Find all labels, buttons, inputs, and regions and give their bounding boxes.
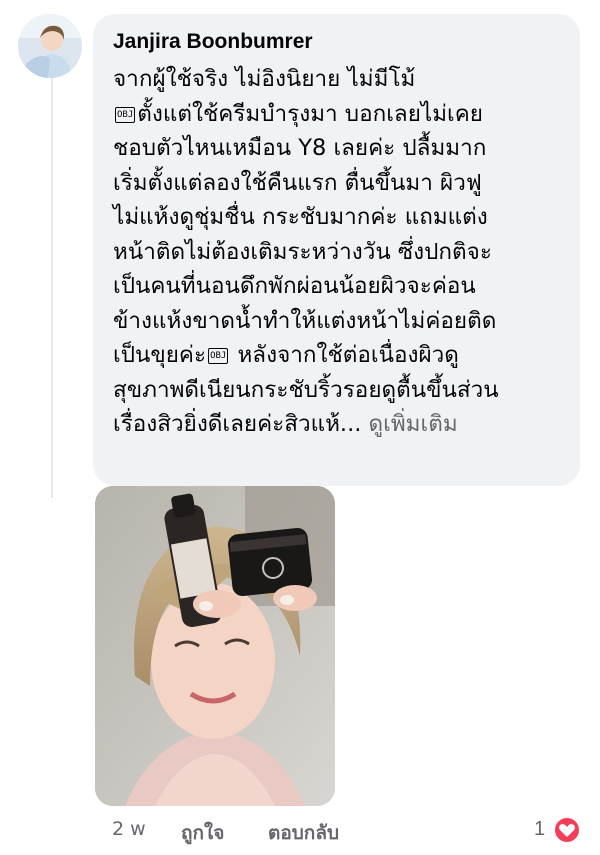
comment-line: เป็นคนที่นอนดึกพักผ่อนน้อยผิวจะค่อน xyxy=(113,269,573,304)
comment-line-text: เริ่มตั้งแต่ลองใช้คืนแรก ตื่นขึ้นมา ผิวฟ… xyxy=(113,169,482,196)
avatar[interactable] xyxy=(18,14,82,78)
comment-line-text: ข้างแห้งขาดน้ำทำให้แต่งหน้าไม่ค่อยติด xyxy=(113,307,497,334)
comment-timestamp[interactable]: 2 w xyxy=(112,818,146,840)
comment-photo[interactable] xyxy=(95,486,335,806)
comment-bubble: Janjira Boonbumrer จากผู้ใช้จริง ไม่อิงน… xyxy=(93,14,580,486)
comment-text: จากผู้ใช้จริง ไม่อิงนิยาย ไม่มีโม้ OBJ ตั… xyxy=(113,62,573,442)
comment-thread: Janjira Boonbumrer จากผู้ใช้จริง ไม่อิงน… xyxy=(0,0,600,855)
heart-icon-glyph xyxy=(559,823,575,837)
see-more-link[interactable]: ดูเพิ่มเติม xyxy=(369,411,458,437)
comment-line-text: ตั้งแต่ใช้ครีมบำรุงมา บอกเลยไม่เคย xyxy=(137,100,483,127)
comment-line: หน้าติดไม่ต้องเติมระหว่างวัน ซึ่งปกติจะ xyxy=(113,235,573,270)
comment-line-text: สุขภาพดีเนียนกระชับริ้วรอยดูตื้นขึ้นส่วน xyxy=(113,376,499,403)
comment-author[interactable]: Janjira Boonbumrer xyxy=(113,30,313,54)
comment-line: จากผู้ใช้จริง ไม่อิงนิยาย ไม่มีโม้ xyxy=(113,62,573,97)
comment-line: ชอบตัวไหนเหมือน Y8 เลยค่ะ ปลื้มมาก xyxy=(113,131,573,166)
comment-line-text: เป็นขุยค่ะ xyxy=(113,342,207,368)
comment-line-text: เรื่องสิวยิ่งดีเลยค่ะสิวแห้... xyxy=(113,411,362,437)
comment-line-text: ไม่แห้งดูชุ่มชื่น กระชับมากค่ะ แถมแต่ง xyxy=(113,204,488,230)
comment-line: ข้างแห้งขาดน้ำทำให้แต่งหน้าไม่ค่อยติด xyxy=(113,304,573,339)
like-button[interactable]: ถูกใจ xyxy=(181,818,224,848)
heart-icon[interactable] xyxy=(553,816,581,844)
comment-line: สุขภาพดีเนียนกระชับริ้วรอยดูตื้นขึ้นส่วน xyxy=(113,373,573,408)
comment-photo-image xyxy=(95,486,335,806)
comment-line: ไม่แห้งดูชุ่มชื่น กระชับมากค่ะ แถมแต่ง xyxy=(113,200,573,235)
comment-actions: 2 w ถูกใจ ตอบกลับ 1 xyxy=(0,812,600,848)
comment-line-text: จากผู้ใช้จริง ไม่อิงนิยาย ไม่มีโม้ xyxy=(113,66,416,92)
object-replacement-glyph: OBJ xyxy=(115,106,136,123)
comment-line: OBJ ตั้งแต่ใช้ครีมบำรุงมา บอกเลยไม่เคย xyxy=(113,97,573,132)
comment-line-text: ชอบตัวไหนเหมือน Y8 เลยค่ะ ปลื้มมาก xyxy=(113,135,487,161)
comment-line: เรื่องสิวยิ่งดีเลยค่ะสิวแห้... ดูเพิ่มเต… xyxy=(113,407,573,442)
avatar-photo xyxy=(18,14,82,78)
reaction-count[interactable]: 1 xyxy=(534,818,545,841)
thread-connector-line xyxy=(51,78,53,498)
comment-line: เป็นขุยค่ะ OBJ หลังจากใช้ต่อเนื่องผิวดู xyxy=(113,338,573,373)
comment-line-text: หลังจากใช้ต่อเนื่องผิวดู xyxy=(230,342,459,368)
comment-line: เริ่มตั้งแต่ลองใช้คืนแรก ตื่นขึ้นมา ผิวฟ… xyxy=(113,166,573,201)
reply-button[interactable]: ตอบกลับ xyxy=(268,818,339,848)
comment-line-text: เป็นคนที่นอนดึกพักผ่อนน้อยผิวจะค่อน xyxy=(113,273,476,299)
object-replacement-glyph: OBJ xyxy=(208,348,229,364)
comment-line-text: หน้าติดไม่ต้องเติมระหว่างวัน ซึ่งปกติจะ xyxy=(113,238,492,265)
